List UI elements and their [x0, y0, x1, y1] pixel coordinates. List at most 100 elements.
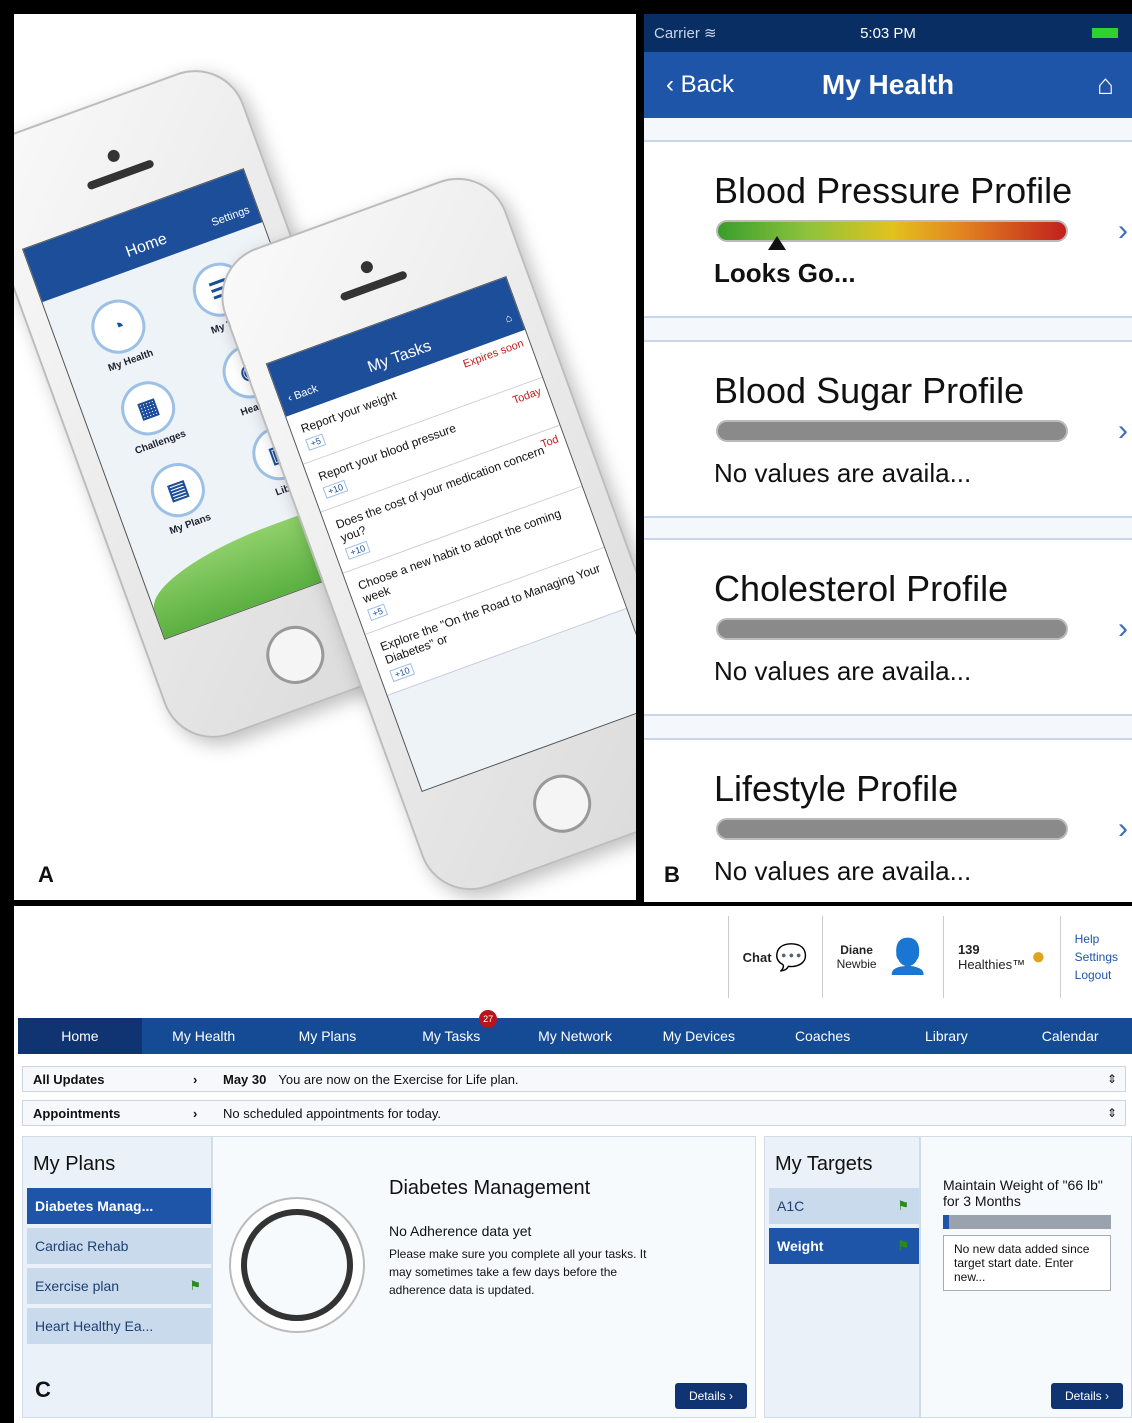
panel-label-a: A [38, 862, 54, 887]
settings-link[interactable]: Settings [1075, 948, 1118, 966]
adherence-ring [241, 1209, 353, 1321]
nav-my-network[interactable]: My Network [513, 1018, 637, 1054]
target-item-a1c[interactable]: A1C ⚑ [769, 1188, 919, 1224]
flag-icon: ⚑ [189, 1278, 201, 1293]
plan-item-exercise[interactable]: Exercise plan ⚑ [27, 1268, 211, 1304]
profile-gauge-bar [716, 818, 1068, 840]
home-title: Home [123, 230, 170, 261]
logout-link[interactable]: Logout [1075, 966, 1112, 984]
tasks-count-badge: 27 [479, 1010, 498, 1028]
speaker-icon [339, 270, 408, 302]
plan-item-diabetes[interactable]: Diabetes Manag... [27, 1188, 211, 1224]
nav-my-health[interactable]: My Health [142, 1018, 266, 1054]
back-button[interactable]: ‹ Back [286, 383, 319, 405]
plan-item-label: Exercise plan [35, 1278, 120, 1294]
speaker-icon [86, 158, 155, 191]
home-item-challenges[interactable]: ▦ Challenges [93, 366, 209, 464]
details-label: Details [688, 1389, 726, 1403]
camera-icon [359, 259, 375, 275]
profile-card-cholesterol[interactable]: Cholesterol Profile No values are availa… [644, 538, 1132, 716]
profile-gauge-bar [716, 618, 1068, 640]
tasks-screen: ‹ Back My Tasks ⌂ Expires soon Report you… [265, 275, 636, 793]
help-link[interactable]: Help [1075, 930, 1100, 948]
profile-status: No values are availa... [714, 656, 972, 686]
chat-label: Chat [742, 949, 772, 965]
back-label: Back [292, 382, 320, 403]
panel-label-c: C [35, 1377, 51, 1402]
profile-status: Looks Go... [714, 258, 856, 288]
updates-row[interactable]: All Updates › May 30 You are now on the … [22, 1066, 1126, 1092]
target-progress-fill [943, 1215, 949, 1229]
panel-a-mobile-screens: Home Settings ◔My Health ☰My Tasks ▦Chal… [14, 14, 636, 900]
profile-card-lifestyle[interactable]: Lifestyle Profile No values are availa..… [644, 738, 1132, 902]
nav-my-plans[interactable]: My Plans [266, 1018, 390, 1054]
account-links: Help Settings Logout [1059, 916, 1132, 998]
stepper-icon[interactable]: ⇕ [1107, 1106, 1117, 1120]
target-item-weight[interactable]: Weight ⚑ [769, 1228, 919, 1264]
update-text: You are now on the Exercise for Life pla… [278, 1071, 519, 1087]
plan-detail-body: Please make sure you complete all your t… [389, 1247, 647, 1297]
target-item-label: A1C [777, 1198, 805, 1214]
battery-icon [1092, 28, 1118, 38]
task-points: +10 [389, 662, 416, 683]
chevron-right-icon: › [1118, 812, 1128, 845]
plan-details-button[interactable]: Details › [674, 1383, 747, 1409]
home-button[interactable] [258, 617, 333, 693]
settings-link[interactable]: Settings [210, 204, 251, 229]
back-label: Back [680, 71, 735, 98]
plan-item-heart-healthy[interactable]: Heart Healthy Ea... [27, 1308, 211, 1344]
appointments-label: Appointments [33, 1105, 121, 1121]
healthies-counter[interactable]: 139 Healthies™ ● [942, 916, 1060, 998]
home-icon[interactable]: ⌂ [1097, 69, 1114, 101]
target-detail-panel: Maintain Weight of "66 lb" for 3 Months … [920, 1136, 1132, 1418]
profile-title: Lifestyle Profile [714, 768, 959, 809]
panel-c-web-dashboard: Chat 💬 Diane Newbie 👤 139 Healthies™ ● H… [14, 906, 1132, 1423]
page-title: My Health [821, 69, 955, 100]
my-plans-panel: My Plans Diabetes Manag... Cardiac Rehab… [22, 1136, 212, 1418]
home-icon[interactable]: ⌂ [504, 312, 514, 326]
wifi-icon: ≋ [699, 25, 717, 42]
updates-label: All Updates [33, 1071, 105, 1087]
nav-bar: ‹ Back My Health ⌂ [644, 52, 1132, 118]
home-item-my-plans[interactable]: ▤ My Plans [123, 448, 239, 546]
nav-my-devices[interactable]: My Devices [637, 1018, 761, 1054]
appointments-row[interactable]: Appointments › No scheduled appointments… [22, 1100, 1126, 1126]
task-points: +5 [305, 433, 327, 451]
chat-button[interactable]: Chat 💬 [727, 916, 822, 998]
profile-card-blood-pressure[interactable]: Blood Pressure Profile Looks Go... › [644, 140, 1132, 318]
plan-detail-title: Diabetes Management [389, 1177, 591, 1199]
avatar-icon: 👤 [886, 938, 929, 976]
details-label: Details [1064, 1389, 1102, 1403]
flag-icon: ⚑ [897, 1198, 909, 1213]
nav-home[interactable]: Home [18, 1018, 142, 1054]
user-name: Diane [840, 943, 873, 957]
profile-card-blood-sugar[interactable]: Blood Sugar Profile No values are availa… [644, 340, 1132, 518]
plan-item-cardiac[interactable]: Cardiac Rehab [27, 1228, 211, 1264]
carrier-label: Carrier [654, 24, 700, 42]
task-points: +10 [322, 479, 349, 499]
chevron-right-icon: › [193, 1105, 198, 1121]
nav-my-tasks-label: My Tasks [422, 1028, 481, 1044]
nav-my-tasks[interactable]: My Tasks 27 [389, 1010, 513, 1054]
nav-library[interactable]: Library [884, 1018, 1008, 1054]
plan-detail-subtitle: No Adherence data yet [389, 1223, 532, 1239]
update-date: May 30 [223, 1071, 267, 1087]
user-level: Newbie [836, 957, 877, 971]
back-button[interactable]: ‹ Back [666, 71, 734, 99]
nav-coaches[interactable]: Coaches [761, 1018, 885, 1054]
user-toolbar: Chat 💬 Diane Newbie 👤 139 Healthies™ ● H… [727, 916, 1132, 998]
home-button[interactable] [524, 766, 600, 841]
stepper-icon[interactable]: ⇕ [1107, 1072, 1117, 1086]
status-bar: Carrier ≋ 5:03 PM [644, 14, 1132, 52]
target-progress-bar [943, 1215, 1111, 1229]
user-profile[interactable]: Diane Newbie 👤 [821, 916, 943, 998]
gauge-pointer-icon [768, 236, 786, 250]
appointments-text: No scheduled appointments for today. [223, 1105, 442, 1121]
targets-heading: My Targets [775, 1153, 873, 1175]
target-details-button[interactable]: Details › [1050, 1383, 1123, 1409]
home-item-my-health[interactable]: ◔ My Health [63, 284, 179, 382]
profile-title: Cholesterol Profile [714, 568, 1009, 609]
chevron-right-icon: › [1118, 612, 1128, 645]
nav-calendar[interactable]: Calendar [1008, 1018, 1132, 1054]
chevron-right-icon: › [1118, 414, 1128, 447]
